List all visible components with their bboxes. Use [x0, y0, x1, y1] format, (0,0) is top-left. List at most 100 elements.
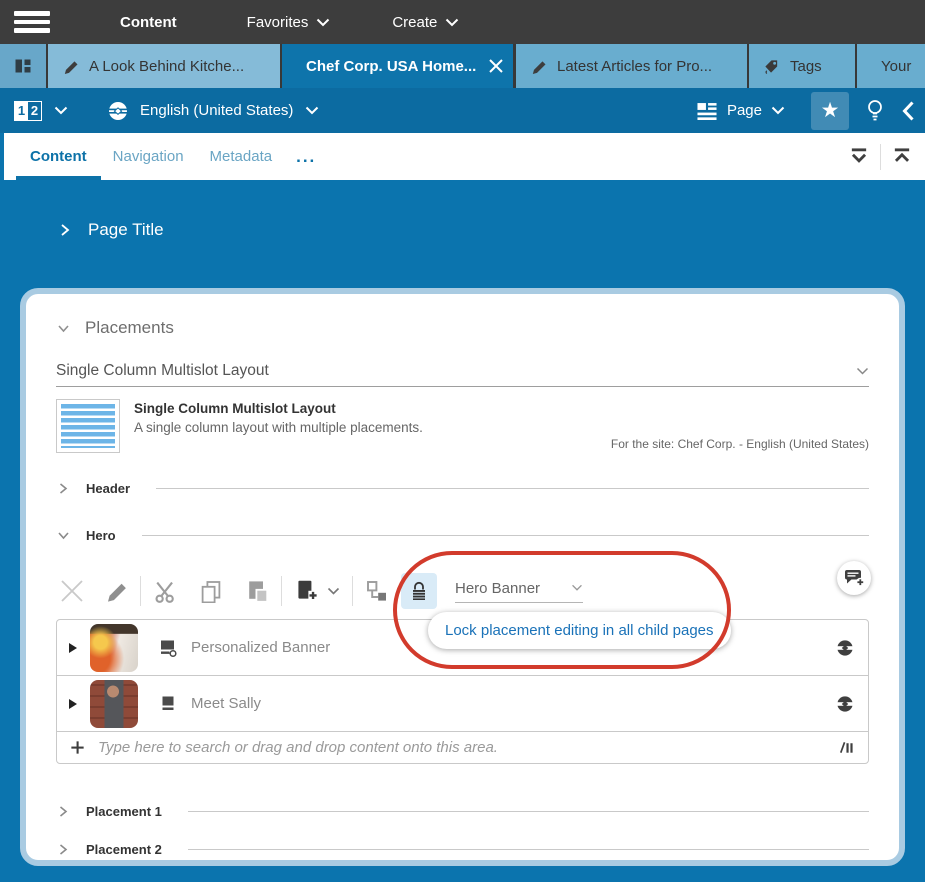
row-thumbnail-image	[90, 680, 138, 728]
nav-content[interactable]: Content	[120, 14, 177, 31]
chevron-down-icon	[56, 321, 71, 336]
tab-overview-button[interactable]	[0, 44, 46, 88]
placements-card: Placements Single Column Multislot Layou…	[20, 288, 905, 866]
section-label: Page Title	[88, 220, 164, 240]
hamburger-menu-icon[interactable]	[14, 11, 50, 33]
row-thumbnail-image	[90, 624, 138, 672]
language-selector[interactable]: English (United States)	[108, 101, 319, 121]
tab-tags[interactable]: Tags	[749, 44, 855, 88]
section-page-title[interactable]: Page Title	[57, 220, 925, 240]
tab-latest-articles[interactable]: Latest Articles for Pro...	[516, 44, 747, 88]
placement-slot-select[interactable]: Hero Banner	[455, 580, 583, 603]
add-comment-icon	[843, 567, 865, 589]
tab-navigation[interactable]: Navigation	[113, 133, 184, 180]
layout-title: Single Column Multislot Layout	[134, 401, 423, 416]
lock-placement-button[interactable]	[401, 573, 437, 609]
chevron-down-icon	[316, 18, 330, 27]
placements-section-toggle[interactable]: Placements	[56, 318, 869, 338]
edit-button[interactable]	[100, 575, 132, 607]
view-mode-selector[interactable]: Page	[696, 102, 785, 120]
tab-chef-corp-home-active[interactable]: Chef Corp. USA Home...	[282, 44, 513, 88]
component-icon	[158, 694, 178, 714]
paste-icon	[245, 579, 269, 603]
asset-toolbar: 1 2 English (United States) Page ★	[0, 88, 925, 133]
collapse-panel-button[interactable]	[901, 100, 915, 122]
tree-structure-icon	[365, 579, 389, 603]
divider	[140, 576, 141, 606]
tab-label: A Look Behind Kitche...	[89, 58, 244, 75]
expand-row-icon[interactable]	[69, 643, 77, 653]
collapse-down-icon	[848, 147, 870, 167]
plus-icon	[69, 739, 86, 756]
placements-heading: Placements	[85, 318, 174, 338]
paste-as-child-button[interactable]	[361, 575, 393, 607]
nav-favorites-label: Favorites	[247, 14, 309, 31]
tab-metadata[interactable]: Metadata	[210, 133, 273, 180]
divider	[188, 849, 869, 850]
row-title: Meet Sally	[191, 695, 836, 712]
section-hero-toggle[interactable]: Hero	[56, 528, 869, 543]
locale-globe-icon	[108, 101, 128, 121]
filter-sort-icon[interactable]	[837, 739, 854, 756]
lock-tooltip: Lock placement editing in all child page…	[428, 612, 731, 649]
layout-select[interactable]: Single Column Multislot Layout	[56, 362, 869, 387]
chevron-right-icon	[56, 804, 70, 819]
add-content-dropdown-chevron[interactable]	[322, 575, 344, 607]
dashboard-icon	[13, 56, 33, 76]
divider	[352, 576, 353, 606]
section-placement2-toggle[interactable]: Placement 2	[56, 842, 869, 857]
version-current: 1	[15, 102, 28, 120]
placement-slot-value: Hero Banner	[455, 580, 540, 597]
collapse-all-button[interactable]	[848, 147, 870, 167]
pencil-icon	[530, 58, 547, 75]
more-tabs-button[interactable]: ...	[296, 147, 316, 167]
tab-content-label: Content	[30, 148, 87, 165]
add-document-icon	[293, 579, 319, 603]
tab-your[interactable]: Your	[857, 44, 925, 88]
version-dropdown-chevron[interactable]	[54, 106, 68, 115]
version-badge[interactable]: 1 2	[14, 101, 42, 121]
form-tab-bar: Content Navigation Metadata ...	[0, 133, 925, 180]
section-placement1-toggle[interactable]: Placement 1	[56, 804, 869, 819]
tab-a-look-behind[interactable]: A Look Behind Kitche...	[48, 44, 280, 88]
personalization-component-icon	[158, 638, 178, 658]
tab-content[interactable]: Content	[30, 133, 87, 180]
cut-button[interactable]	[149, 575, 181, 607]
nav-favorites[interactable]: Favorites	[247, 14, 331, 31]
copy-icon	[199, 579, 223, 603]
layout-description: A single column layout with multiple pla…	[134, 420, 423, 435]
close-tab-icon[interactable]	[488, 58, 504, 74]
expand-row-icon[interactable]	[69, 699, 77, 709]
tab-label: Your	[881, 58, 911, 75]
layout-select-value: Single Column Multislot Layout	[56, 362, 269, 380]
lock-tooltip-text: Lock placement editing in all child page…	[445, 622, 714, 639]
copy-button[interactable]	[195, 575, 227, 607]
section-header-toggle[interactable]: Header	[56, 481, 869, 496]
scroll-to-top-button[interactable]	[891, 147, 913, 167]
language-value: English (United States)	[140, 102, 293, 119]
add-comment-button[interactable]	[837, 561, 871, 595]
chevron-right-icon	[56, 481, 70, 496]
pencil-icon	[62, 58, 79, 75]
nav-create[interactable]: Create	[392, 14, 459, 31]
hints-lightbulb-button[interactable]	[865, 99, 885, 123]
add-content-button[interactable]	[290, 575, 322, 607]
paste-button[interactable]	[241, 575, 273, 607]
delete-button[interactable]	[56, 575, 88, 607]
tab-navigation-label: Navigation	[113, 148, 184, 165]
divider	[880, 144, 881, 170]
content-search-drop-area[interactable]	[57, 732, 868, 763]
layout-thumbnail	[56, 399, 120, 453]
chevron-right-icon	[56, 842, 70, 857]
placement-row-meet-sally[interactable]: Meet Sally	[57, 676, 868, 732]
section-label: Header	[86, 481, 130, 496]
section-label: Hero	[86, 528, 116, 543]
favorite-star-button[interactable]: ★	[811, 92, 849, 130]
row-locale-icon[interactable]	[836, 639, 854, 657]
row-locale-icon[interactable]	[836, 695, 854, 713]
nav-create-label: Create	[392, 14, 437, 31]
content-search-input[interactable]	[98, 739, 837, 756]
layout-info: Single Column Multislot Layout A single …	[56, 399, 869, 453]
delete-x-icon	[59, 578, 85, 604]
lock-icon	[408, 580, 430, 602]
